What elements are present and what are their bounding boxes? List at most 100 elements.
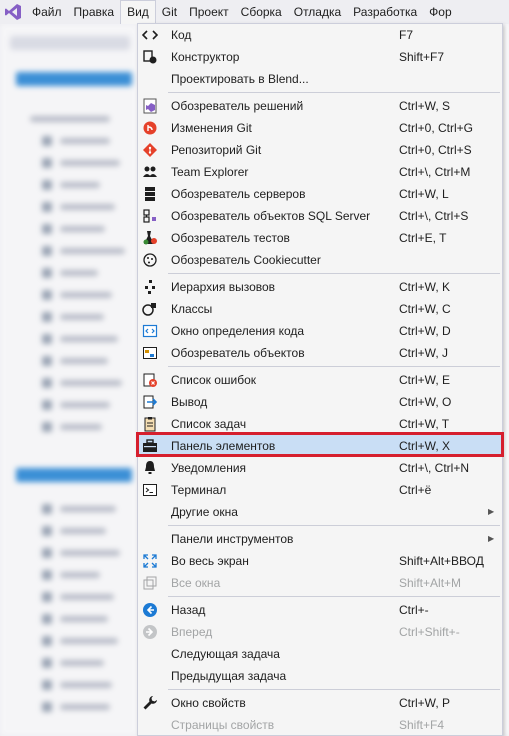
blurred-side-panel — [0, 24, 138, 736]
blurred-dot — [42, 312, 52, 322]
menu-row-toolbars[interactable]: Панели инструментов ▶ — [138, 528, 502, 550]
code-definition-icon — [142, 323, 158, 339]
blurred-line — [60, 682, 112, 688]
menu-row-next-task[interactable]: Следующая задача — [138, 643, 502, 665]
view-menu-dropdown: Код F7 Конструктор Shift+F7 Проектироват… — [137, 23, 503, 736]
menu-row-code[interactable]: Код F7 — [138, 24, 502, 46]
blurred-line — [60, 572, 100, 578]
menu-row-solution-explorer[interactable]: Обозреватель решений Ctrl+W, S — [138, 95, 502, 117]
menu-row-team-explorer[interactable]: Team Explorer Ctrl+\, Ctrl+M — [138, 161, 502, 183]
menu-row-back[interactable]: Назад Ctrl+- — [138, 599, 502, 621]
menu-file[interactable]: Файл — [26, 1, 68, 23]
blurred-dot — [42, 290, 52, 300]
blurred-dot — [42, 180, 52, 190]
menu-row-object-browser[interactable]: Обозреватель объектов Ctrl+W, J — [138, 342, 502, 364]
blurred-dot — [42, 680, 52, 690]
blurred-dot — [42, 570, 52, 580]
fullscreen-icon — [142, 553, 158, 569]
blurred-line — [60, 704, 110, 710]
output-icon — [142, 394, 158, 410]
menu-row-properties-window[interactable]: Окно свойств Ctrl+W, P — [138, 692, 502, 714]
blurred-line — [60, 270, 98, 276]
menu-project[interactable]: Проект — [183, 1, 235, 23]
menu-row-all-windows[interactable]: Все окна Shift+Alt+M — [138, 572, 502, 594]
menu-separator — [168, 596, 500, 597]
blurred-line — [60, 528, 106, 534]
menu-row-terminal[interactable]: Терминал Ctrl+ё — [138, 479, 502, 501]
menu-bar: Файл Правка Вид Git Проект Сборка Отладк… — [0, 0, 509, 24]
git-repository-icon — [142, 142, 158, 158]
blurred-dot — [42, 202, 52, 212]
menu-edit[interactable]: Правка — [68, 1, 121, 23]
menu-develop[interactable]: Разработка — [347, 1, 423, 23]
menu-row-class-view[interactable]: Классы Ctrl+W, C — [138, 298, 502, 320]
menu-row-cookiecutter-explorer[interactable]: Обозреватель Cookiecutter — [138, 249, 502, 271]
object-browser-icon — [142, 345, 158, 361]
blurred-dot — [42, 614, 52, 624]
menu-row-test-explorer[interactable]: Обозреватель тестов Ctrl+E, T — [138, 227, 502, 249]
blurred-line — [60, 248, 125, 254]
blurred-line — [60, 616, 108, 622]
highlight-annotation-box — [136, 432, 504, 457]
back-icon — [142, 602, 158, 618]
menu-row-output[interactable]: Вывод Ctrl+W, O — [138, 391, 502, 413]
menu-separator — [168, 525, 500, 526]
blurred-dot — [42, 356, 52, 366]
menu-view[interactable]: Вид — [120, 0, 156, 24]
call-hierarchy-icon — [142, 279, 158, 295]
blurred-line — [60, 380, 122, 386]
blurred-line — [60, 424, 102, 430]
menu-row-design-in-blend[interactable]: Проектировать в Blend... — [138, 68, 502, 90]
blurred-line — [60, 160, 120, 166]
blurred-dot — [42, 526, 52, 536]
blurred-line — [60, 182, 100, 188]
code-icon — [142, 27, 158, 43]
blurred-line — [60, 402, 110, 408]
menu-row-error-list[interactable]: Список ошибок Ctrl+W, E — [138, 369, 502, 391]
blurred-line — [60, 138, 110, 144]
all-windows-icon — [142, 575, 158, 591]
blurred-dot — [42, 548, 52, 558]
blurred-editor-edge — [504, 24, 509, 736]
menu-build[interactable]: Сборка — [235, 1, 288, 23]
menu-row-notifications[interactable]: Уведомления Ctrl+\, Ctrl+N — [138, 457, 502, 479]
blurred-dot — [42, 246, 52, 256]
blurred-dot — [42, 702, 52, 712]
menu-row-git-repository[interactable]: Репозиторий Git Ctrl+0, Ctrl+S — [138, 139, 502, 161]
blurred-dot — [42, 658, 52, 668]
menu-git[interactable]: Git — [156, 1, 183, 23]
menu-row-code-definition-window[interactable]: Окно определения кода Ctrl+W, D — [138, 320, 502, 342]
menu-row-other-windows[interactable]: Другие окна ▶ — [138, 501, 502, 523]
menu-separator — [168, 366, 500, 367]
blurred-line — [60, 660, 104, 666]
menu-row-git-changes[interactable]: Изменения Git Ctrl+0, Ctrl+G — [138, 117, 502, 139]
menu-separator — [168, 92, 500, 93]
visual-studio-logo-icon[interactable] — [0, 0, 26, 24]
task-list-icon — [142, 416, 158, 432]
menu-row-server-explorer[interactable]: Обозреватель серверов Ctrl+W, L — [138, 183, 502, 205]
blurred-line — [60, 550, 120, 556]
server-explorer-icon — [142, 186, 158, 202]
menu-row-sql-server-object-explorer[interactable]: Обозреватель объектов SQL Server Ctrl+\,… — [138, 205, 502, 227]
menu-row-full-screen[interactable]: Во весь экран Shift+Alt+ВВОД — [138, 550, 502, 572]
blurred-dot — [42, 400, 52, 410]
menu-row-previous-task[interactable]: Предыдущая задача — [138, 665, 502, 687]
error-list-icon — [142, 372, 158, 388]
menu-row-forward[interactable]: Вперед Ctrl+Shift+- — [138, 621, 502, 643]
menu-row-designer[interactable]: Конструктор Shift+F7 — [138, 46, 502, 68]
blurred-line — [60, 226, 105, 232]
blurred-selection — [16, 468, 132, 482]
blurred-line — [60, 292, 112, 298]
blurred-dot — [42, 334, 52, 344]
blurred-line — [60, 336, 118, 342]
submenu-arrow-icon: ▶ — [488, 534, 495, 543]
submenu-arrow-icon: ▶ — [488, 507, 495, 516]
blurred-selection — [16, 72, 132, 86]
menu-separator — [168, 689, 500, 690]
menu-format[interactable]: Фор — [423, 1, 457, 23]
menu-debug[interactable]: Отладка — [288, 1, 347, 23]
blurred-line — [60, 204, 115, 210]
menu-row-call-hierarchy[interactable]: Иерархия вызовов Ctrl+W, K — [138, 276, 502, 298]
menu-row-property-pages[interactable]: Страницы свойств Shift+F4 — [138, 714, 502, 736]
sql-object-explorer-icon — [142, 208, 158, 224]
